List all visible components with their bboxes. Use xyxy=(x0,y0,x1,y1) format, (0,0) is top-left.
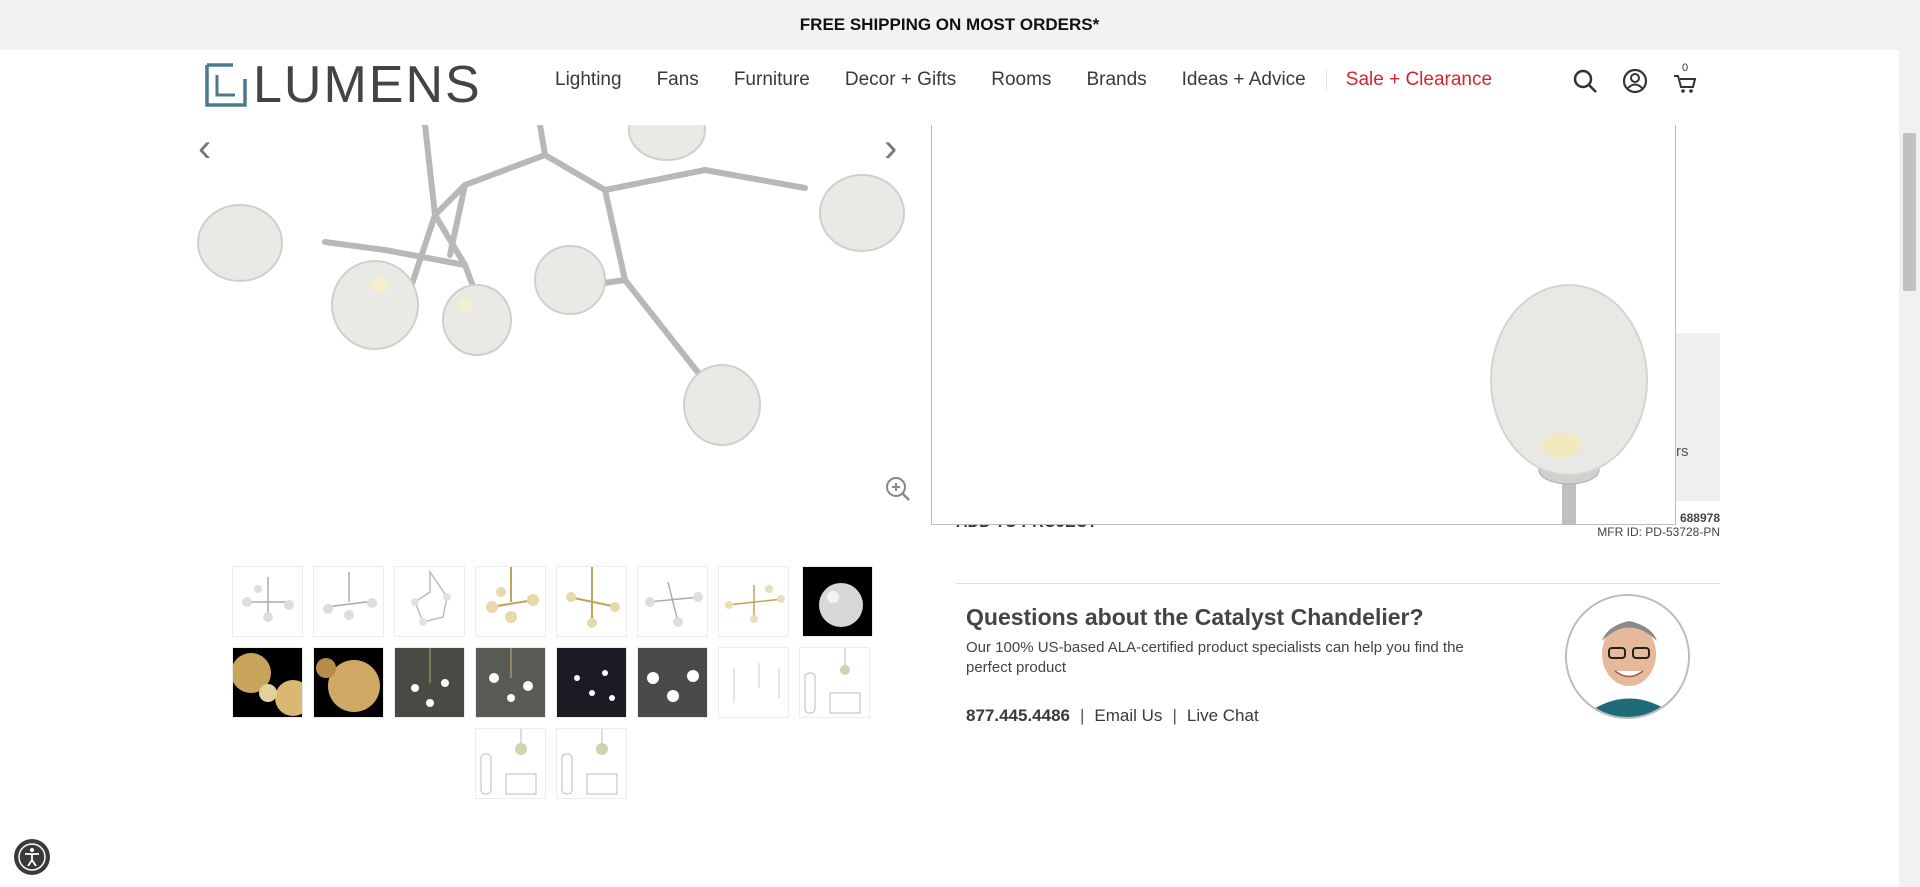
sku-number: 688978 xyxy=(1679,511,1720,525)
avatar xyxy=(1565,594,1690,719)
side-panel xyxy=(1676,333,1720,501)
thumbnail[interactable] xyxy=(313,647,384,718)
account-icon[interactable] xyxy=(1622,68,1648,94)
thumbnail[interactable] xyxy=(556,647,627,718)
side-panel-text: rs xyxy=(1676,443,1689,460)
nav-ideas-advice[interactable]: Ideas + Advice xyxy=(1172,69,1316,91)
phone-link[interactable]: 877.445.4486 xyxy=(966,706,1070,726)
accessibility-icon[interactable] xyxy=(14,839,50,875)
nav-brands[interactable]: Brands xyxy=(1076,69,1156,91)
thumbnail[interactable] xyxy=(637,566,708,637)
thumbnail[interactable] xyxy=(799,647,870,718)
thumbnail[interactable] xyxy=(475,728,546,799)
header-icons: 0 xyxy=(1572,62,1698,94)
site-header: LUMENS Lighting Fans Furniture Decor + G… xyxy=(0,50,1899,125)
logo-mark-icon xyxy=(205,63,247,107)
thumbnail[interactable] xyxy=(556,566,627,637)
zoom-preview xyxy=(931,125,1676,525)
search-icon[interactable] xyxy=(1572,68,1598,94)
product-main-image[interactable] xyxy=(195,125,920,530)
page-scrollbar[interactable] xyxy=(1899,0,1920,887)
divider xyxy=(956,583,1720,584)
promo-text: FREE SHIPPING ON MOST ORDERS* xyxy=(799,15,1100,34)
live-chat-link[interactable]: Live Chat xyxy=(1187,706,1259,726)
thumbnail[interactable] xyxy=(475,647,546,718)
contact-links: 877.445.4486 | Email Us | Live Chat xyxy=(966,706,1259,726)
questions-description: Our 100% US-based ALA-certified product … xyxy=(966,639,1464,676)
separator: | xyxy=(1080,706,1085,725)
separator: | xyxy=(1172,706,1177,725)
logo[interactable]: LUMENS xyxy=(205,56,482,114)
cart-icon[interactable]: 0 xyxy=(1672,62,1698,94)
mfr-id: MFR ID: PD-53728-PN xyxy=(1597,525,1720,539)
zoom-in-icon[interactable] xyxy=(885,476,911,502)
thumbnail[interactable] xyxy=(637,647,708,718)
zoomed-globe-image xyxy=(1490,284,1648,524)
questions-title: Questions about the Catalyst Chandelier? xyxy=(966,604,1424,630)
logo-text: LUMENS xyxy=(253,56,482,114)
nav-sale-clearance[interactable]: Sale + Clearance xyxy=(1325,69,1502,91)
thumbnail[interactable] xyxy=(556,728,627,799)
thumbnail[interactable] xyxy=(802,566,873,637)
thumbnail[interactable] xyxy=(394,566,465,637)
nav-lighting[interactable]: Lighting xyxy=(545,69,632,91)
thumbnail[interactable] xyxy=(718,647,789,718)
thumbnail[interactable] xyxy=(313,566,384,637)
promo-banner[interactable]: FREE SHIPPING ON MOST ORDERS* xyxy=(0,0,1899,50)
thumbnail[interactable] xyxy=(232,647,303,718)
chevron-left-icon[interactable]: ‹ xyxy=(198,128,211,168)
nav-decor-gifts[interactable]: Decor + Gifts xyxy=(835,69,966,91)
thumbnail[interactable] xyxy=(475,566,546,637)
main-nav: Lighting Fans Furniture Decor + Gifts Ro… xyxy=(530,50,1502,110)
thumbnail[interactable] xyxy=(232,566,303,637)
chandelier-image xyxy=(197,125,905,446)
scrollbar-thumb[interactable] xyxy=(1903,133,1916,291)
email-us-link[interactable]: Email Us xyxy=(1094,706,1162,726)
thumbnail[interactable] xyxy=(718,566,789,637)
cart-count: 0 xyxy=(1682,62,1689,74)
thumbnail[interactable] xyxy=(394,647,465,718)
chevron-right-icon[interactable]: › xyxy=(884,128,897,168)
nav-fans[interactable]: Fans xyxy=(647,69,709,91)
nav-rooms[interactable]: Rooms xyxy=(981,69,1061,91)
nav-furniture[interactable]: Furniture xyxy=(724,69,820,91)
product-ids: 688978 MFR ID: PD-53728-PN xyxy=(1597,511,1720,539)
